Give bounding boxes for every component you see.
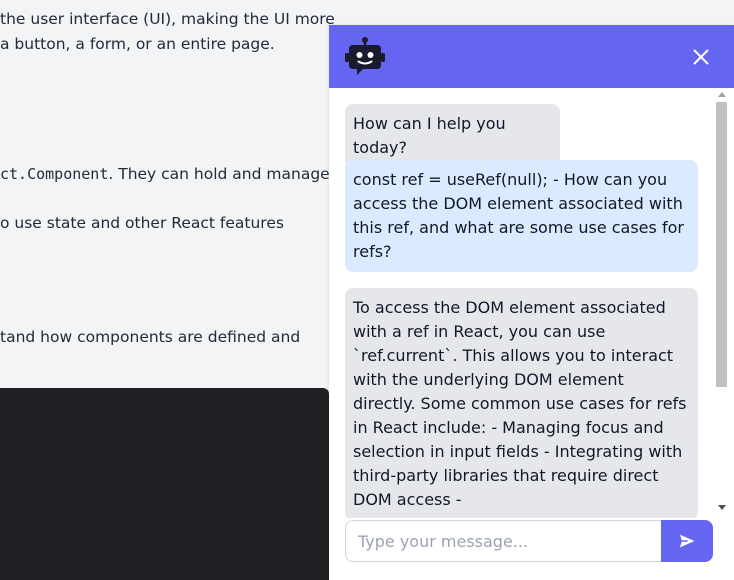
message-input[interactable] (346, 521, 662, 561)
code-block (0, 388, 329, 580)
user-message: const ref = useRef(null); - How can you … (345, 160, 698, 272)
body-text-line: a button, a form, or an entire page. (0, 35, 275, 53)
send-icon (679, 534, 695, 548)
chat-widget: How can I help you today? const ref = us… (329, 25, 734, 580)
inline-code: ct.Component (0, 165, 109, 183)
scroll-up-arrow-icon[interactable] (718, 92, 726, 97)
message-input-wrapper (345, 520, 662, 562)
body-text-line: the user interface (UI), making the UI m… (0, 10, 335, 28)
scrollbar-thumb[interactable] (716, 102, 727, 387)
bot-message: To access the DOM element associated wit… (345, 288, 698, 518)
scrollbar[interactable] (714, 88, 730, 520)
robot-icon (343, 36, 387, 78)
bot-message: How can I help you today? (345, 104, 560, 168)
close-icon (693, 49, 709, 65)
scroll-down-arrow-icon[interactable] (718, 505, 726, 510)
close-button[interactable] (685, 41, 717, 73)
body-text-line: ct.Component. They can hold and manage (0, 164, 330, 184)
chat-header (329, 25, 734, 88)
send-button[interactable] (661, 520, 713, 562)
message-list[interactable]: How can I help you today? const ref = us… (329, 88, 716, 518)
body-text-fragment: . They can hold and manage (108, 165, 330, 183)
body-text-line: o use state and other React features (0, 214, 284, 232)
body-text-line: tand how components are defined and (0, 328, 301, 346)
